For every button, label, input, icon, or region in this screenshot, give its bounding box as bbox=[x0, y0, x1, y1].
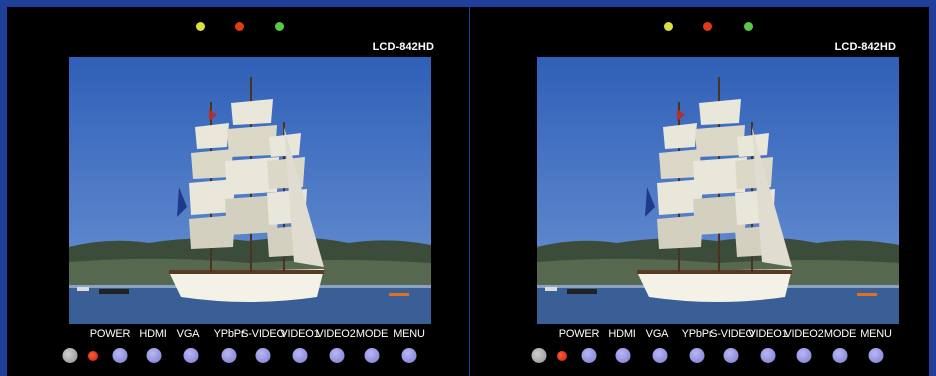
btn-label-video1: VIDEO1 bbox=[280, 328, 320, 340]
power-indicator-light bbox=[557, 351, 567, 361]
vga-button[interactable] bbox=[146, 348, 162, 363]
menu-button[interactable] bbox=[868, 348, 884, 363]
btn-label-ypbpr: YPbPr bbox=[681, 328, 713, 340]
s-video-button[interactable] bbox=[689, 348, 705, 363]
status-led-yellow bbox=[664, 22, 673, 31]
power-button[interactable] bbox=[531, 348, 547, 363]
btn-label-menu: MENU bbox=[393, 328, 425, 340]
btn-label-s-video: S-VIDEO bbox=[710, 328, 754, 340]
btn-label-mode: MODE bbox=[355, 328, 389, 340]
power-button[interactable] bbox=[62, 348, 78, 363]
video1-button[interactable] bbox=[255, 348, 271, 363]
status-led-red bbox=[235, 22, 244, 31]
model-name: LCD-842HD bbox=[372, 41, 434, 53]
btn-label-hdmi: HDMI bbox=[139, 328, 167, 340]
power-indicator-light bbox=[88, 351, 98, 361]
vga-button[interactable] bbox=[615, 348, 631, 363]
btn-label-s-video: S-VIDEO bbox=[241, 328, 285, 340]
ypbpr-button[interactable] bbox=[183, 348, 199, 363]
btn-label-power: POWER bbox=[558, 328, 600, 340]
btn-label-video2: VIDEO2 bbox=[784, 328, 824, 340]
status-led-green bbox=[275, 22, 284, 31]
status-led-red bbox=[703, 22, 712, 31]
btn-label-ypbpr: YPbPr bbox=[213, 328, 245, 340]
model-name: LCD-842HD bbox=[834, 41, 896, 53]
screen bbox=[69, 57, 431, 324]
btn-label-hdmi: HDMI bbox=[608, 328, 636, 340]
mode-button[interactable] bbox=[796, 348, 812, 363]
menu-adjust-button[interactable] bbox=[364, 348, 380, 363]
screen bbox=[537, 57, 899, 324]
ship-image bbox=[69, 57, 431, 324]
monitor-left: LCD-842HD POWER HDMI VGA YPbPr S-VIDEO V… bbox=[7, 7, 469, 376]
mode-button[interactable] bbox=[329, 348, 345, 363]
menu-button[interactable] bbox=[401, 348, 417, 363]
video1-button[interactable] bbox=[723, 348, 739, 363]
btn-label-video2: VIDEO2 bbox=[316, 328, 356, 340]
menu-adjust-button[interactable] bbox=[832, 348, 848, 363]
btn-label-vga: VGA bbox=[645, 328, 669, 340]
btn-label-power: POWER bbox=[89, 328, 131, 340]
ship-image bbox=[537, 57, 899, 324]
btn-label-mode: MODE bbox=[823, 328, 857, 340]
hdmi-button[interactable] bbox=[112, 348, 128, 363]
status-led-yellow bbox=[196, 22, 205, 31]
ypbpr-button[interactable] bbox=[652, 348, 668, 363]
video2-button[interactable] bbox=[292, 348, 308, 363]
s-video-button[interactable] bbox=[221, 348, 237, 363]
hdmi-button[interactable] bbox=[581, 348, 597, 363]
btn-label-video1: VIDEO1 bbox=[748, 328, 788, 340]
status-led-green bbox=[744, 22, 753, 31]
video2-button[interactable] bbox=[760, 348, 776, 363]
monitor-right: LCD-842HD POWER HDMI VGA YPbPr S-VIDEO V… bbox=[470, 7, 929, 376]
btn-label-vga: VGA bbox=[176, 328, 200, 340]
btn-label-menu: MENU bbox=[860, 328, 892, 340]
